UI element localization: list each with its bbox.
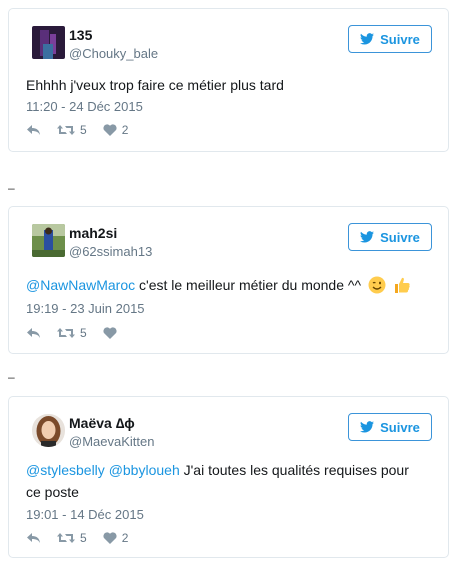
display-name[interactable]: Maëva ∆ϕ [69, 415, 135, 431]
heart-icon [103, 327, 117, 339]
display-name[interactable]: mah2si [69, 225, 117, 241]
reply-button[interactable] [26, 124, 41, 136]
like-button[interactable]: 2 [103, 123, 129, 137]
tweet-body: c'est le meilleur métier du monde ^^ [135, 277, 362, 293]
reply-icon [27, 125, 40, 135]
avatar[interactable] [32, 26, 65, 59]
separator: – [8, 181, 15, 195]
reply-button[interactable] [26, 532, 41, 544]
avatar[interactable] [32, 224, 65, 257]
reply-icon [27, 328, 40, 338]
retweet-icon [57, 125, 75, 135]
tweet-actions: 5 2 [26, 123, 144, 137]
follow-label: Suivre [380, 229, 420, 245]
mention-link[interactable]: @bbyloueh [109, 462, 180, 478]
tweet-actions: 5 2 [26, 531, 144, 545]
retweet-count: 5 [80, 531, 87, 545]
reply-icon [27, 533, 40, 543]
retweet-button[interactable]: 5 [57, 123, 87, 137]
retweet-icon [57, 328, 75, 338]
like-button[interactable]: 2 [103, 531, 129, 545]
tweet-text: Ehhhh j'veux trop faire ce métier plus t… [26, 77, 284, 93]
user-handle[interactable]: @Chouky_bale [69, 46, 158, 61]
like-count: 2 [121, 123, 129, 137]
follow-button[interactable]: Suivre [348, 223, 432, 251]
tweet-timestamp[interactable]: 19:01 - 14 Déc 2015 [26, 507, 144, 522]
heart-icon [103, 124, 117, 136]
tweet-timestamp[interactable]: 19:19 - 23 Juin 2015 [26, 301, 145, 316]
tweet-card: 135 @Chouky_bale Suivre Ehhhh j'veux tro… [8, 8, 449, 152]
follow-label: Suivre [380, 419, 420, 435]
user-handle[interactable]: @62ssimah13 [69, 244, 152, 259]
twitter-bird-icon [360, 33, 375, 45]
reply-button[interactable] [26, 327, 41, 339]
heart-icon [103, 532, 117, 544]
retweet-button[interactable]: 5 [57, 531, 87, 545]
like-count: 2 [121, 531, 129, 545]
avatar[interactable] [32, 414, 65, 447]
tweet-card: mah2si @62ssimah13 Suivre @NawNawMaroc c… [8, 206, 449, 354]
separator: – [8, 370, 15, 384]
tweet-body: ce poste [26, 484, 79, 500]
thumbs-up-emoji [394, 277, 410, 293]
user-handle[interactable]: @MaevaKitten [69, 434, 154, 449]
retweet-icon [57, 533, 75, 543]
tweet-actions: 5 [26, 326, 138, 340]
tweet-card: Maëva ∆ϕ @MaevaKitten Suivre @stylesbell… [8, 396, 449, 558]
winking-face-emoji [368, 276, 386, 294]
mention-link[interactable]: @NawNawMaroc [26, 277, 135, 293]
twitter-bird-icon [360, 421, 375, 433]
retweet-button[interactable]: 5 [57, 326, 87, 340]
retweet-count: 5 [80, 123, 87, 137]
like-button[interactable] [103, 327, 122, 339]
tweet-text: @NawNawMaroc c'est le meilleur métier du… [26, 274, 426, 296]
display-name[interactable]: 135 [69, 27, 92, 43]
tweet-text: @stylesbelly @bbyloueh J'ai toutes les q… [26, 459, 426, 503]
follow-button[interactable]: Suivre [348, 413, 432, 441]
mention-link[interactable]: @stylesbelly [26, 462, 105, 478]
retweet-count: 5 [80, 326, 87, 340]
follow-label: Suivre [380, 31, 420, 47]
twitter-bird-icon [360, 231, 375, 243]
follow-button[interactable]: Suivre [348, 25, 432, 53]
tweet-timestamp[interactable]: 11:20 - 24 Déc 2015 [26, 99, 143, 114]
tweet-body: J'ai toutes les qualités requises pour [179, 462, 409, 478]
